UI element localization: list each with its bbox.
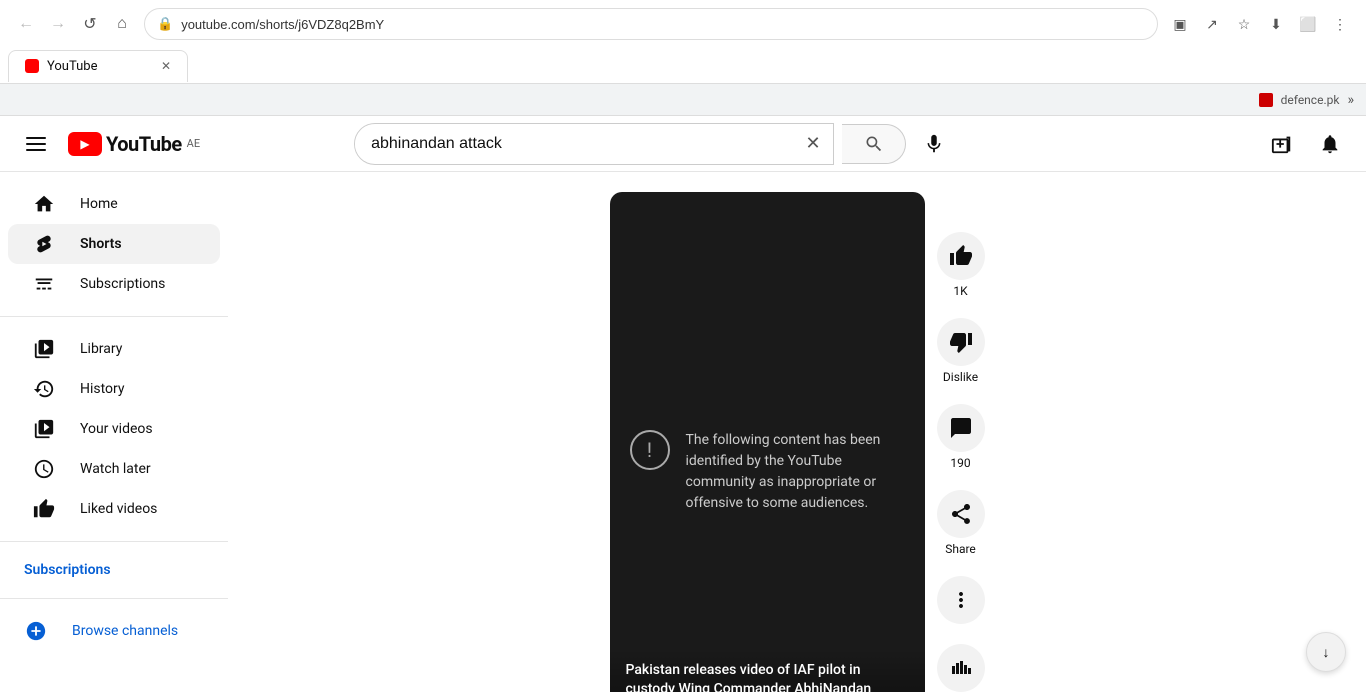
- extension-label: defence.pk: [1281, 93, 1340, 107]
- yt-logo-icon: [68, 132, 102, 156]
- yt-search-box: ✕: [354, 123, 834, 165]
- shorts-container: ! The following content has been identif…: [610, 192, 985, 692]
- sidebar-item-liked-videos-label: Liked videos: [80, 501, 157, 517]
- subscriptions-section-title[interactable]: Subscriptions: [0, 554, 228, 586]
- sidebar-item-your-videos-label: Your videos: [80, 421, 153, 437]
- shorts-warning-text: The following content has been identifie…: [686, 430, 905, 514]
- browser-toolbar: ← → ↺ ⌂ 🔒 ▣ ↗ ☆ ⬇ ⬜ ⋮ YouTube ✕: [0, 0, 1366, 84]
- share-page-button[interactable]: ↗: [1198, 10, 1226, 38]
- liked-videos-icon: [32, 497, 56, 521]
- like-count: 1K: [953, 284, 967, 298]
- sidebar-item-history-label: History: [80, 381, 125, 397]
- yt-logo[interactable]: YouTube AE: [68, 132, 200, 156]
- your-videos-icon: [32, 417, 56, 441]
- reload-button[interactable]: ↺: [76, 10, 104, 38]
- browse-channels-item[interactable]: Browse channels: [0, 611, 228, 651]
- dislike-icon: [937, 318, 985, 366]
- comments-button[interactable]: 190: [937, 404, 985, 470]
- zoom-button[interactable]: ⬜: [1294, 10, 1322, 38]
- sidebar-item-home[interactable]: Home: [8, 184, 220, 224]
- shorts-video-wrapper: ! The following content has been identif…: [610, 192, 925, 692]
- yt-sidebar: Home Shorts Subscriptions: [0, 172, 228, 692]
- comments-icon: [937, 404, 985, 452]
- yt-logo-text: YouTube: [106, 132, 182, 156]
- sidebar-item-library[interactable]: Library: [8, 329, 220, 369]
- shorts-warning-row: ! The following content has been identif…: [610, 430, 925, 514]
- sidebar-divider-2: [0, 541, 228, 542]
- sidebar-item-shorts[interactable]: Shorts: [8, 224, 220, 264]
- like-icon: [937, 232, 985, 280]
- share-button[interactable]: Share: [937, 490, 985, 556]
- extension-bar: defence.pk »: [0, 84, 1366, 116]
- sidebar-item-subscriptions-label: Subscriptions: [80, 276, 165, 292]
- yt-main: ! The following content has been identif…: [228, 172, 1366, 692]
- yt-header-right: [1262, 124, 1350, 164]
- yt-header: YouTube AE ✕: [0, 116, 1366, 172]
- more-icon: [937, 576, 985, 624]
- search-clear-button[interactable]: ✕: [793, 124, 833, 164]
- sidebar-divider-3: [0, 598, 228, 599]
- address-bar[interactable]: 🔒: [144, 8, 1158, 40]
- shorts-video[interactable]: ! The following content has been identif…: [610, 192, 925, 692]
- url-input[interactable]: [181, 17, 1145, 32]
- notifications-button[interactable]: [1310, 124, 1350, 164]
- menu-button[interactable]: [16, 124, 56, 164]
- download-button[interactable]: ⬇: [1262, 10, 1290, 38]
- sidebar-item-library-label: Library: [80, 341, 122, 357]
- shorts-video-bottom: Pakistan releases video of IAF pilot in …: [610, 649, 925, 692]
- shorts-actions: 1K Dislike: [925, 192, 985, 692]
- history-icon: [32, 377, 56, 401]
- sidebar-item-home-label: Home: [80, 196, 118, 212]
- tab-label: YouTube: [47, 59, 153, 74]
- dislike-button[interactable]: Dislike: [937, 318, 985, 384]
- sidebar-item-watch-later[interactable]: Watch later: [8, 449, 220, 489]
- yt-logo-country: AE: [187, 137, 200, 150]
- share-icon: [937, 490, 985, 538]
- more-options-button[interactable]: [937, 576, 985, 624]
- sound-icon: [937, 644, 985, 692]
- tab-close-icon[interactable]: ✕: [161, 59, 171, 73]
- yt-body: Home Shorts Subscriptions: [0, 172, 1366, 692]
- sidebar-item-liked-videos[interactable]: Liked videos: [8, 489, 220, 529]
- add-circle-icon: [24, 619, 48, 643]
- screenshot-button[interactable]: ▣: [1166, 10, 1194, 38]
- like-button[interactable]: 1K: [937, 232, 985, 298]
- yt-search-area: ✕: [354, 123, 954, 165]
- sidebar-item-shorts-label: Shorts: [80, 236, 122, 252]
- shorts-video-title: Pakistan releases video of IAF pilot in …: [626, 661, 909, 692]
- subscriptions-icon: [32, 272, 56, 296]
- scroll-down-icon: ↓: [1323, 644, 1330, 661]
- mic-button[interactable]: [914, 124, 954, 164]
- sidebar-item-subscriptions[interactable]: Subscriptions: [8, 264, 220, 304]
- sidebar-divider-1: [0, 316, 228, 317]
- warning-icon: !: [630, 430, 670, 470]
- bookmark-button[interactable]: ☆: [1230, 10, 1258, 38]
- extension-expand[interactable]: »: [1347, 92, 1354, 108]
- share-label: Share: [945, 542, 976, 556]
- create-button[interactable]: [1262, 124, 1302, 164]
- shorts-icon: [32, 232, 56, 256]
- extension-favicon: [1259, 93, 1273, 107]
- back-button[interactable]: ←: [12, 10, 40, 38]
- sidebar-item-history[interactable]: History: [8, 369, 220, 409]
- forward-button[interactable]: →: [44, 10, 72, 38]
- browse-channels-label: Browse channels: [72, 623, 178, 639]
- sound-button[interactable]: [937, 644, 985, 692]
- sidebar-item-your-videos[interactable]: Your videos: [8, 409, 220, 449]
- home-icon: [32, 192, 56, 216]
- youtube-app: YouTube AE ✕: [0, 116, 1366, 692]
- home-button[interactable]: ⌂: [108, 10, 136, 38]
- search-input[interactable]: [355, 127, 793, 161]
- library-icon: [32, 337, 56, 361]
- browser-tab[interactable]: YouTube ✕: [8, 50, 188, 82]
- dislike-label: Dislike: [943, 370, 978, 384]
- watch-later-icon: [32, 457, 56, 481]
- sidebar-item-watch-later-label: Watch later: [80, 461, 151, 477]
- scroll-down-button[interactable]: ↓: [1306, 632, 1346, 672]
- search-submit-button[interactable]: [842, 124, 906, 164]
- more-button[interactable]: ⋮: [1326, 10, 1354, 38]
- comments-count: 190: [950, 456, 970, 470]
